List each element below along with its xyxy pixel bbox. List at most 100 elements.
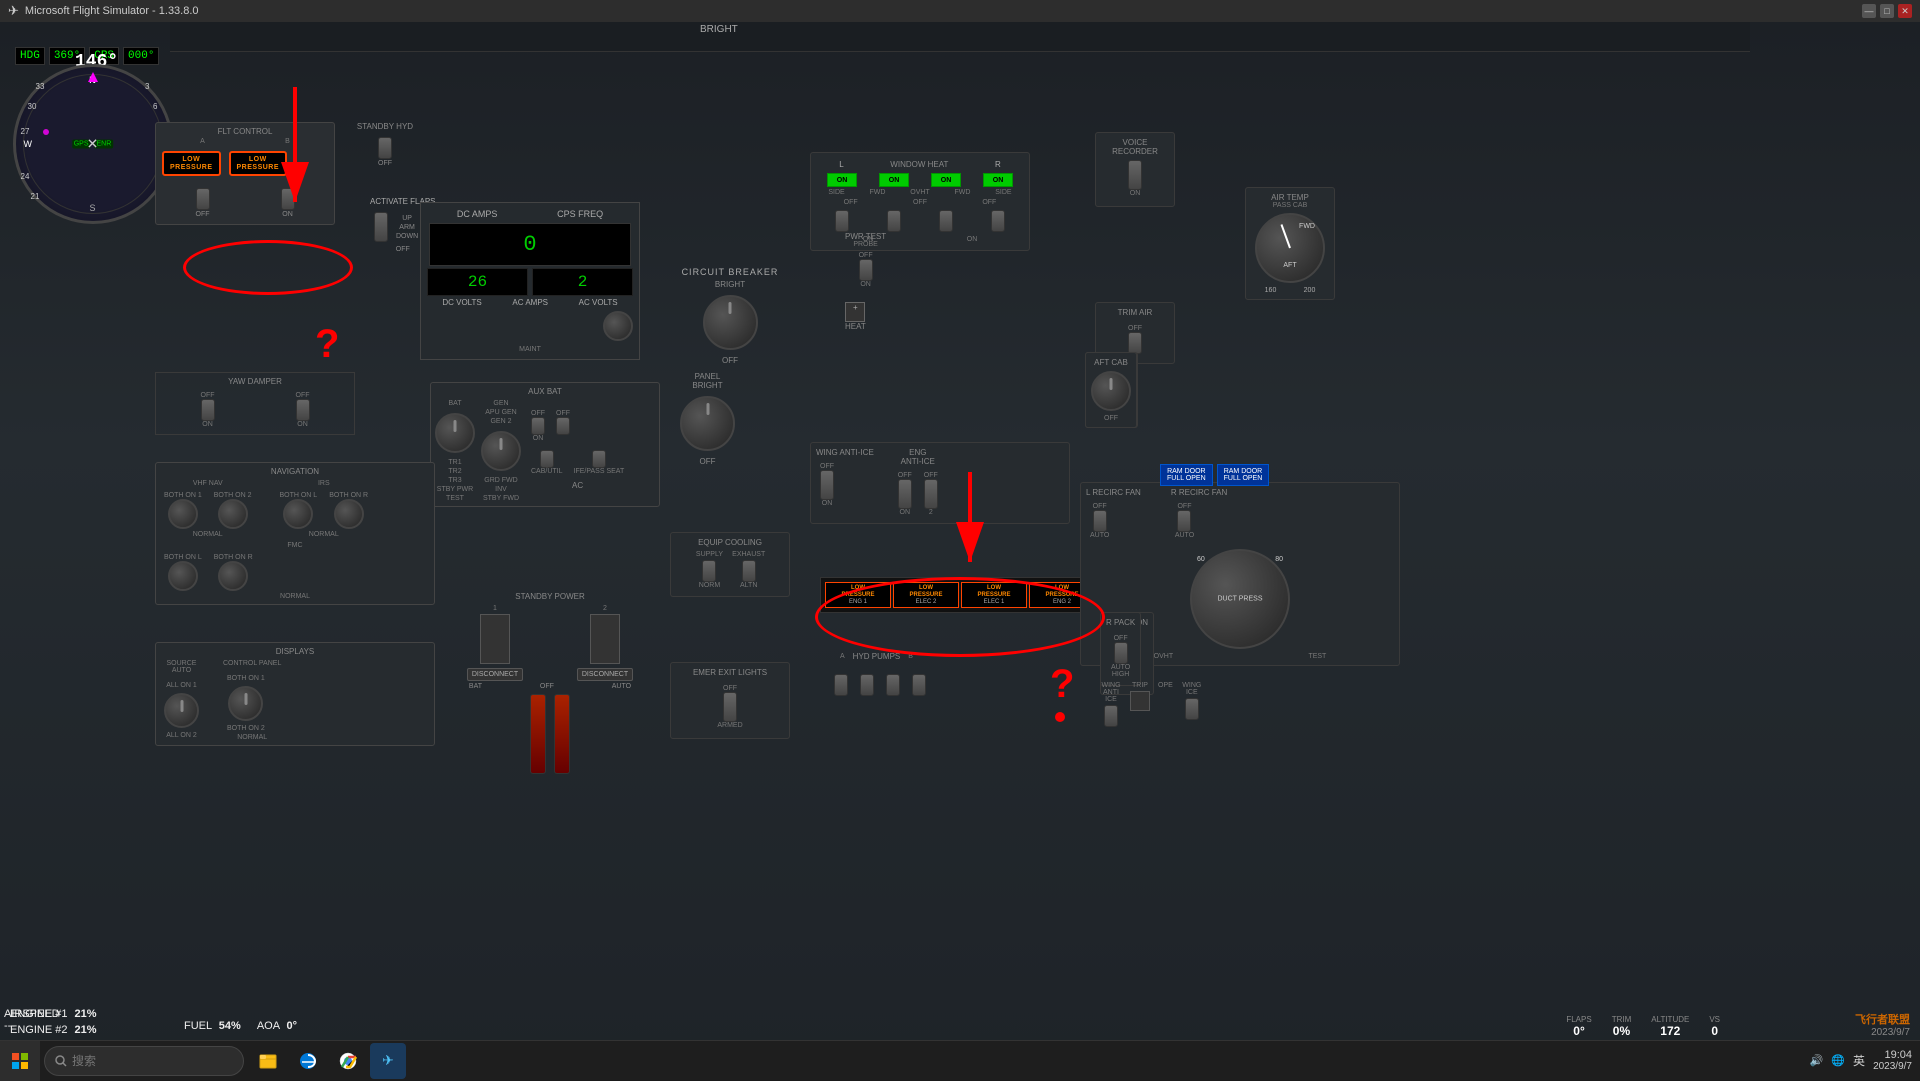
wing-ice-bottom-toggle[interactable]: [1104, 705, 1118, 727]
vhf-knob-2[interactable]: [218, 499, 248, 529]
ram-door-btn-2[interactable]: RAM DOORFULL OPEN: [1217, 464, 1270, 486]
compass-instrument: N E S W 33 3 30 6 27 24 21 GPS ENR ✕: [10, 64, 175, 229]
taskbar-edge[interactable]: [290, 1043, 326, 1079]
wh-btn-1[interactable]: ON: [827, 173, 857, 187]
flt-toggle-2[interactable]: ON: [281, 188, 295, 218]
search-input[interactable]: [72, 1054, 212, 1068]
vhf-toggle-2[interactable]: BOTH ON 2: [214, 492, 252, 529]
aux-toggle-2[interactable]: OFF: [556, 410, 570, 442]
taskbar-chrome[interactable]: [330, 1043, 366, 1079]
wing-ice-bottom-toggle-2[interactable]: [1185, 698, 1199, 720]
start-button[interactable]: [0, 1041, 40, 1081]
aoa-label: AOA: [257, 1020, 280, 1032]
disconnect-btn-2[interactable]: DISCONNECT: [577, 668, 633, 681]
hyd-pump-a[interactable]: [834, 674, 848, 696]
taskbar-sim[interactable]: ✈: [370, 1043, 406, 1079]
irs-toggle-1[interactable]: BOTH ON L: [279, 492, 317, 529]
search-bar[interactable]: [44, 1046, 244, 1076]
standby-lever-2[interactable]: [590, 614, 620, 664]
disconnect-btn-1[interactable]: DISCONNECT: [467, 668, 523, 681]
cb-knob[interactable]: [703, 295, 758, 350]
red-lever-2[interactable]: [554, 694, 570, 774]
wh-toggle-1[interactable]: [835, 210, 849, 232]
lp-text-2: LOWPRESSURE: [237, 156, 280, 171]
irs-knob-2[interactable]: [334, 499, 364, 529]
cockpit-panel: BRIGHT HDG 369° CRS 000° 146° N E S W 33…: [0, 22, 1920, 1080]
close-button[interactable]: ✕: [1898, 4, 1912, 18]
yaw-toggle-1[interactable]: OFF ON: [201, 392, 215, 428]
wing-ice-toggle[interactable]: OFF ON: [820, 463, 834, 507]
stby-off-label: OFF: [540, 683, 554, 690]
cp-toggle-1[interactable]: BOTH ON 1 BOTH ON 2: [227, 675, 265, 732]
fmc-toggle-1[interactable]: BOTH ON L: [164, 554, 202, 591]
yaw-damper-panel: YAW DAMPER OFF ON OFF ON: [155, 372, 355, 435]
wh-toggle-4[interactable]: [991, 210, 1005, 232]
heat-label: HEAT: [845, 322, 866, 331]
stby-hyd-toggle[interactable]: OFF: [378, 137, 392, 167]
equip-supply-toggle[interactable]: NORM: [699, 560, 720, 589]
heat-btn-plus[interactable]: +: [845, 302, 865, 322]
irs-knob-1[interactable]: [283, 499, 313, 529]
probe-toggle[interactable]: OFF ON: [859, 252, 873, 288]
control-panel-title: CONTROL PANEL: [223, 660, 281, 667]
flaps-toggle[interactable]: [374, 212, 388, 242]
wh-btn-2[interactable]: ON: [879, 173, 909, 187]
aux-bat-knob[interactable]: [435, 413, 475, 453]
windows-icon: [12, 1053, 28, 1069]
cp-knob[interactable]: [228, 686, 263, 721]
maint-knob[interactable]: [603, 311, 633, 341]
gen-knob[interactable]: [481, 431, 521, 471]
yaw-toggle-2[interactable]: OFF ON: [296, 392, 310, 428]
hyd-pump-d[interactable]: [912, 674, 926, 696]
wh-btn-4[interactable]: ON: [983, 173, 1013, 187]
source-knob[interactable]: [164, 693, 199, 728]
irs-toggle-2[interactable]: BOTH ON R: [329, 492, 368, 529]
r-recirc-toggle[interactable]: OFF AUTO: [1175, 503, 1194, 539]
air-temp-gauge: FWD AFT: [1255, 213, 1325, 283]
eng-ice-toggle-1[interactable]: OFF ON: [898, 472, 912, 516]
wh-btn-3[interactable]: ON: [931, 173, 961, 187]
voice-recorder-toggle[interactable]: ON: [1128, 160, 1142, 197]
source-toggle-1[interactable]: ALL ON 1 ALL ON 2: [164, 682, 199, 739]
dc-volts-label: DC VOLTS: [442, 298, 481, 307]
yaw-damper-label: YAW DAMPER: [160, 377, 350, 386]
maximize-button[interactable]: □: [1880, 4, 1894, 18]
vhf-knob-1[interactable]: [168, 499, 198, 529]
flaps-value: 0°: [1566, 1024, 1591, 1038]
fmc-knob-1[interactable]: [168, 561, 198, 591]
ram-door-btn-1[interactable]: RAM DOORFULL OPEN: [1160, 464, 1213, 486]
title-bar: ✈ Microsoft Flight Simulator - 1.33.8.0 …: [0, 0, 1920, 22]
fmc-toggle-2[interactable]: BOTH ON R: [214, 554, 253, 591]
network-icon[interactable]: 🌐: [1831, 1054, 1845, 1067]
hyd-pump-b[interactable]: [860, 674, 874, 696]
panel-bright-knob[interactable]: [680, 396, 735, 451]
trip-btn[interactable]: [1130, 691, 1150, 711]
cab-util-toggle[interactable]: CAB/UTIL: [531, 450, 563, 475]
recirc-test-label: TEST: [1308, 653, 1326, 660]
flt-toggle-1[interactable]: OFF: [196, 188, 210, 218]
emer-exit-panel: EMER EXIT LIGHTS OFF ARMED: [670, 662, 790, 739]
speaker-icon[interactable]: 🔊: [1810, 1054, 1824, 1067]
equip-exhaust-toggle[interactable]: ALTN: [740, 560, 757, 589]
ife-pass-toggle[interactable]: IFE/PASS SEAT: [574, 450, 625, 475]
trip-label: TRIP: [1130, 682, 1150, 689]
red-lever-1[interactable]: [530, 694, 546, 774]
wh-toggle-3[interactable]: [939, 210, 953, 232]
minimize-button[interactable]: —: [1862, 4, 1876, 18]
hyd-pump-c[interactable]: [886, 674, 900, 696]
airspeed-label: AIRSPEED: [4, 1008, 60, 1020]
standby-lever-1[interactable]: [480, 614, 510, 664]
taskbar-explorer[interactable]: [250, 1043, 286, 1079]
emer-exit-toggle[interactable]: OFF ARMED: [717, 685, 742, 729]
voice-recorder-panel: VOICERECORDER ON: [1095, 132, 1175, 207]
aft-cab-knob[interactable]: [1091, 371, 1131, 411]
fmc-knob-2[interactable]: [218, 561, 248, 591]
wh-toggle-2[interactable]: [887, 210, 901, 232]
vhf-toggle-1[interactable]: BOTH ON 1: [164, 492, 202, 529]
r-pack-toggle[interactable]: OFF AUTO HIGH: [1111, 635, 1130, 678]
trim-air-toggle[interactable]: OFF: [1128, 325, 1142, 354]
system-tray: 🔊 🌐 英 19:04 2023/9/7: [1810, 1049, 1920, 1072]
aux-toggle-1[interactable]: OFF ON: [531, 410, 545, 442]
eng-ice-toggle-2[interactable]: OFF 2: [924, 472, 938, 516]
l-recirc-toggle[interactable]: OFF AUTO: [1090, 503, 1109, 539]
